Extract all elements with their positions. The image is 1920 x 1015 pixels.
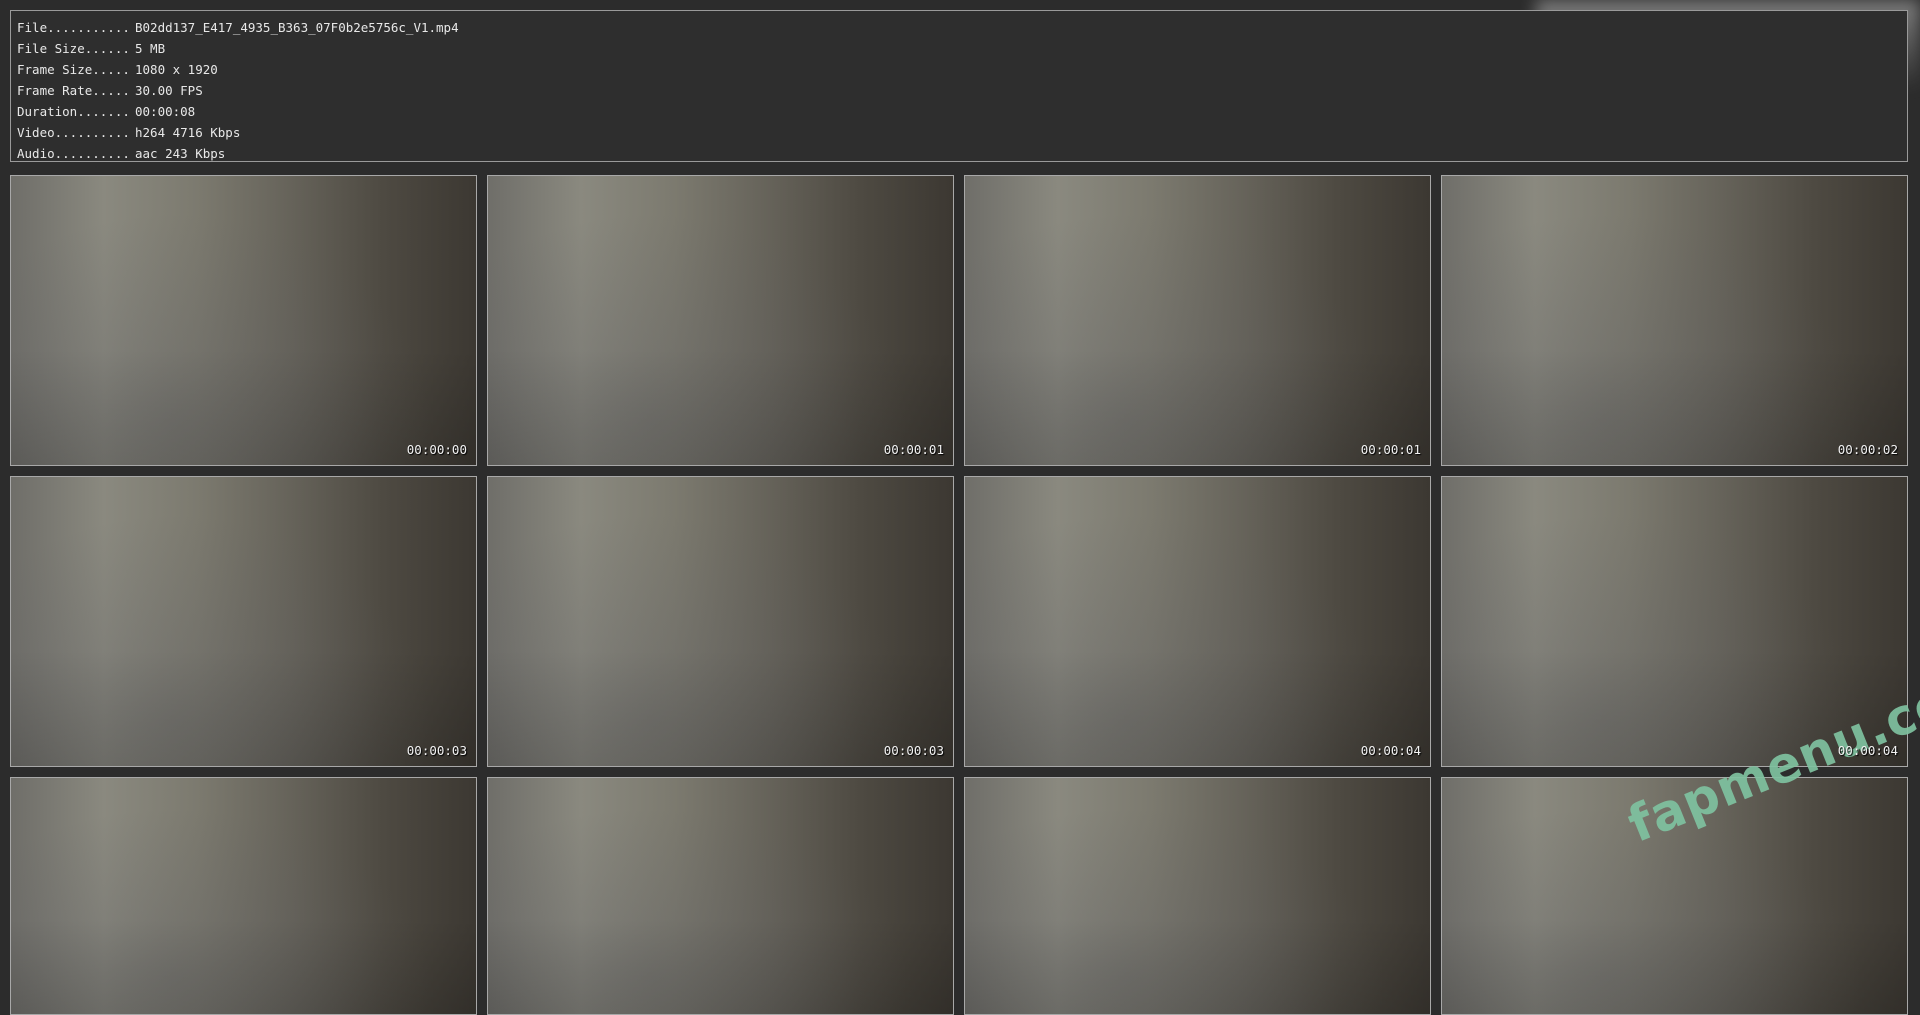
info-value: 00:00:08	[135, 104, 196, 119]
info-row-audio: Audio.......... aac 243 Kbps	[17, 143, 1901, 164]
info-value: 30.00 FPS	[135, 83, 203, 98]
thumbnail-timestamp: 00:00:03	[406, 743, 467, 758]
video-thumbnail[interactable]	[487, 777, 954, 1015]
info-key: Frame Rate.....	[17, 83, 130, 98]
info-row-file-size: File Size...... 5 MB	[17, 38, 1901, 59]
video-thumbnail[interactable]: 00:00:03	[10, 476, 477, 767]
info-key: Audio..........	[17, 146, 130, 161]
video-thumbnail[interactable]: 00:00:01	[964, 175, 1431, 466]
thumbnail-timestamp: 00:00:03	[883, 743, 944, 758]
info-value: h264 4716 Kbps	[135, 125, 241, 140]
info-value: aac 243 Kbps	[135, 146, 226, 161]
info-key: File Size......	[17, 41, 130, 56]
info-key: Duration.......	[17, 104, 130, 119]
video-thumbnail[interactable]: 00:00:04	[964, 476, 1431, 767]
thumbnail-timestamp: 00:00:01	[1360, 442, 1421, 457]
info-value: 5 MB	[135, 41, 166, 56]
video-thumbnail[interactable]	[964, 777, 1431, 1015]
info-row-file: File........... B02dd137_E417_4935_B363_0…	[17, 17, 1901, 38]
info-row-duration: Duration....... 00:00:08	[17, 101, 1901, 122]
thumbnail-timestamp: 00:00:00	[406, 442, 467, 457]
video-thumbnail[interactable]: 00:00:01	[487, 175, 954, 466]
video-thumbnail[interactable]	[10, 777, 477, 1015]
info-key: Video..........	[17, 125, 130, 140]
video-thumbnail[interactable]: 00:00:00	[10, 175, 477, 466]
info-value: B02dd137_E417_4935_B363_07F0b2e5756c_V1.…	[135, 20, 459, 35]
video-thumbnail[interactable]: 00:00:03	[487, 476, 954, 767]
file-info-panel: File........... B02dd137_E417_4935_B363_0…	[10, 10, 1908, 162]
info-row-video: Video.......... h264 4716 Kbps	[17, 122, 1901, 143]
info-value: 1080 x 1920	[135, 62, 218, 77]
info-key: File...........	[17, 20, 130, 35]
thumbnail-timestamp: 00:00:04	[1360, 743, 1421, 758]
info-key: Frame Size.....	[17, 62, 130, 77]
thumbnail-timestamp: 00:00:02	[1837, 442, 1898, 457]
thumbnail-timestamp: 00:00:01	[883, 442, 944, 457]
thumbnail-timestamp: 00:00:04	[1837, 743, 1898, 758]
info-row-frame-size: Frame Size..... 1080 x 1920	[17, 59, 1901, 80]
video-thumbnail[interactable]: 00:00:02	[1441, 175, 1908, 466]
info-row-frame-rate: Frame Rate..... 30.00 FPS	[17, 80, 1901, 101]
